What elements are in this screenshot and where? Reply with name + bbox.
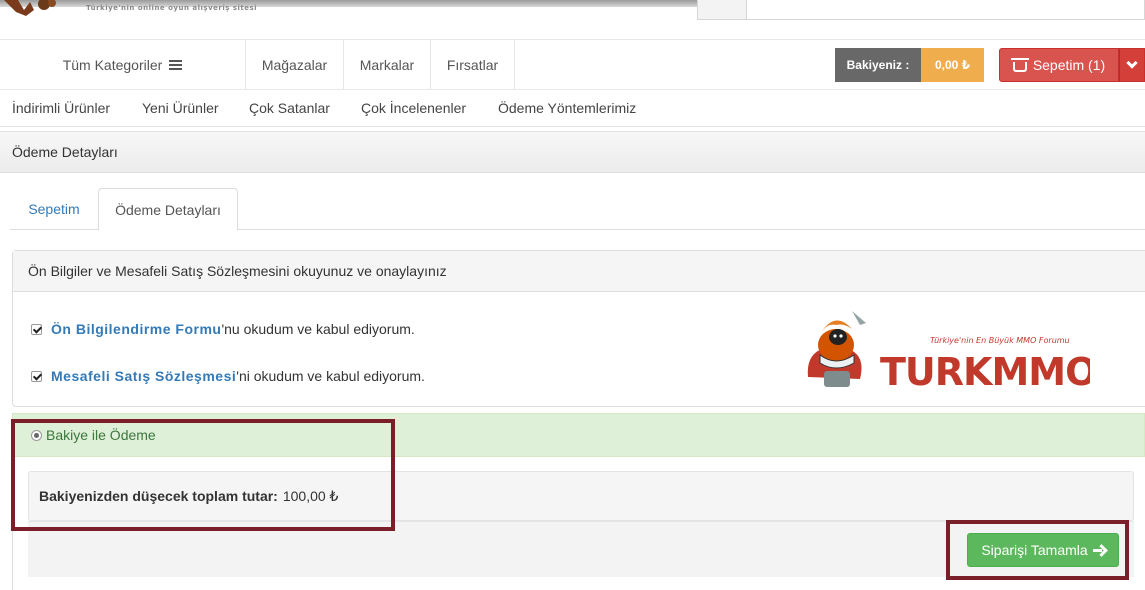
distance-sales-contract-link[interactable]: Mesafeli Satış Sözleşmesi [51,368,236,384]
tab-cart[interactable]: Sepetim [10,188,98,230]
all-categories-button[interactable]: Tüm Kategoriler [0,40,245,90]
turkmmo-logo: Türkiye'nin En Büyük MMO Forumu TURKMMO [807,311,1090,394]
main-nav: Tüm Kategoriler Mağazalar Markalar Fırsa… [0,40,1145,90]
site-tagline: Türkiye'nin online oyun alışveriş sitesi [86,4,258,12]
page-title: Ödeme Detayları [0,131,1145,173]
sub-nav: İndirimli Ürünler Yeni Ürünler Çok Satan… [0,91,1145,127]
preinfo-form-link[interactable]: Ön Bilgilendirme Formu [51,321,221,337]
checkout-tabs: Sepetim Ödeme Detayları [10,188,1145,231]
search-input[interactable] [697,0,1145,20]
preinfo-checkbox[interactable] [31,323,42,335]
subnav-link-discounted[interactable]: İndirimli Ürünler [12,91,110,125]
nav-link-brands[interactable]: Markalar [343,40,430,90]
subnav-link-payment-methods[interactable]: Ödeme Yöntemlerimiz [498,91,636,125]
subnav-link-most-reviewed[interactable]: Çok İncelenenler [361,91,466,125]
tab-payment-details[interactable]: Ödeme Detayları [98,188,238,231]
highlight-box-complete-order [946,520,1129,580]
balance-value: 0,00 ₺ [921,48,984,82]
top-bar: Türkiye'nin online oyun alışveriş sitesi [0,0,1145,40]
site-logo-icon[interactable] [0,0,60,22]
subnav-link-bestsellers[interactable]: Çok Satanlar [249,91,330,125]
highlight-box-balance-payment [11,419,395,531]
cart-label: Sepetim (1) [1032,57,1106,73]
agreement-item-preinfo: Ön Bilgilendirme Formu 'nu okudum ve kab… [31,321,415,337]
chevron-down-icon [1126,57,1138,69]
distance-sales-checkbox[interactable] [31,370,42,382]
preinfo-suffix: 'nu okudum ve kabul ediyorum. [221,321,415,337]
distance-sales-suffix: 'ni okudum ve kabul ediyorum. [236,368,425,384]
agreement-heading: Ön Bilgiler ve Mesafeli Satış Sözleşmesi… [13,251,1145,292]
cart-dropdown-toggle[interactable] [1119,48,1145,82]
turkmmo-tagline: Türkiye'nin En Büyük MMO Forumu [930,336,1070,345]
balance-label: Bakiyeniz : [835,48,921,82]
menu-icon [169,60,183,70]
basket-icon [1010,58,1029,72]
turkmmo-wordmark: TURKMMO [880,350,1090,394]
cart-button[interactable]: Sepetim (1) [999,48,1119,82]
nav-link-stores[interactable]: Mağazalar [245,40,343,90]
agreement-item-distance-sales: Mesafeli Satış Sözleşmesi 'ni okudum ve … [31,368,425,384]
subnav-link-new[interactable]: Yeni Ürünler [142,91,219,125]
all-categories-label: Tüm Kategoriler [62,57,163,73]
nav-link-deals[interactable]: Fırsatlar [430,40,515,90]
search-button[interactable] [697,0,747,20]
